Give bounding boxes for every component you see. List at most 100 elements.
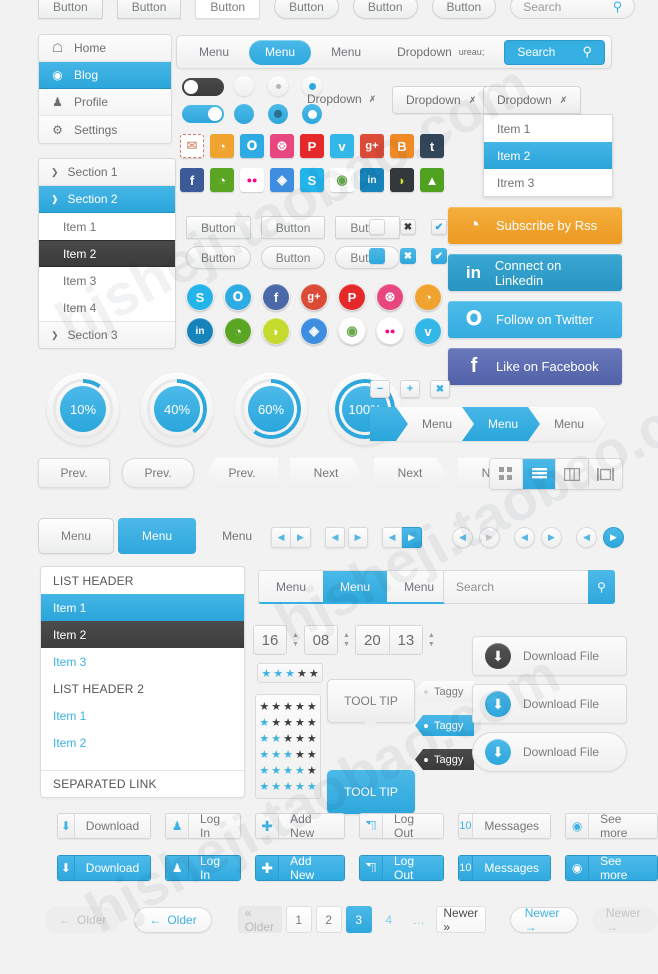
sidebar-item-settings[interactable]: ⚙ Settings xyxy=(39,116,171,143)
picasa-icon[interactable]: ◉ xyxy=(330,168,354,192)
radio-dot-grey[interactable] xyxy=(268,76,288,96)
dropdown-menu-item-3[interactable]: Itrem 3 xyxy=(484,169,612,196)
download-button[interactable]: ⬇ Download xyxy=(57,813,152,839)
plus-button[interactable]: + xyxy=(400,380,420,398)
list-item-3[interactable]: Item 3 xyxy=(41,648,244,675)
button-6[interactable]: Button xyxy=(431,0,497,19)
tab-2[interactable]: Menu xyxy=(323,571,388,602)
linkedin-icon-wrap[interactable]: in xyxy=(186,317,214,345)
carousel-next-icon[interactable]: ▶ xyxy=(402,527,422,548)
checkbox-empty[interactable] xyxy=(369,219,385,235)
logout-button-blue[interactable]: ⛠ Log Out xyxy=(359,855,444,881)
tab-search-input[interactable]: Search xyxy=(443,570,588,604)
button-1[interactable]: Button xyxy=(38,0,103,19)
star-row-4[interactable]: ★ ★ ★ ★ ★ xyxy=(259,764,316,777)
newer-bold-button[interactable]: Newer » xyxy=(435,906,486,934)
list-item-1[interactable]: Item 1 xyxy=(41,594,244,621)
dropdown-menu-item-1[interactable]: Item 1 xyxy=(484,115,612,142)
stepper-arrows-hours[interactable]: ▲ ▼ xyxy=(292,632,299,648)
menubar-dropdown[interactable]: Dropdown ureau; xyxy=(381,40,500,65)
button-2[interactable]: Button xyxy=(116,0,182,19)
tag-blue[interactable]: Taggy xyxy=(415,715,475,736)
follow-twitter-button[interactable]: 𝐎 Follow on Twitter xyxy=(448,301,622,338)
list-item-5[interactable]: Item 2 xyxy=(41,729,244,756)
like-facebook-button[interactable]: f Like on Facebook xyxy=(448,348,622,385)
add-new-button[interactable]: ✚ Add New xyxy=(255,813,346,839)
flickr-icon-wrap[interactable]: ●● xyxy=(376,317,404,345)
rss-icon[interactable]: ◔ xyxy=(210,134,234,158)
messages-button-blue[interactable]: 10 Messages xyxy=(457,855,552,881)
menu-item-3[interactable]: Menu xyxy=(315,40,377,65)
radio-empty[interactable] xyxy=(234,76,254,96)
next-button-2[interactable]: Next xyxy=(374,458,446,488)
menu-item-1[interactable]: Menu xyxy=(183,40,245,65)
star-row-5[interactable]: ★ ★ ★ ★ ★ xyxy=(259,780,316,793)
rss-icon-wrap[interactable]: ◔ xyxy=(414,283,442,311)
menu-row-item-1[interactable]: Menu xyxy=(38,518,115,554)
page-4-button[interactable]: 4 xyxy=(376,906,402,933)
mid-button-4[interactable]: Button xyxy=(186,246,251,269)
evernote-icon[interactable]: ◔ xyxy=(210,168,234,192)
radio-filled-blue[interactable] xyxy=(234,104,254,124)
see-more-button-blue[interactable]: ◉ See more xyxy=(565,855,658,881)
sidebar-item-profile[interactable]: ♟ Profile xyxy=(39,89,171,116)
section-item-2[interactable]: Item 2 xyxy=(39,240,175,267)
tab-3[interactable]: Menu xyxy=(387,571,451,602)
carousel-prev-icon[interactable]: ◀ xyxy=(452,527,473,548)
picasa-icon-wrap[interactable]: ◉ xyxy=(338,317,366,345)
list-item-4[interactable]: Item 1 xyxy=(41,702,244,729)
checkbox-cross-blue[interactable]: ✖ xyxy=(400,248,416,264)
google-plus-icon-wrap[interactable]: g+ xyxy=(300,283,328,311)
button-4[interactable]: Button xyxy=(274,0,339,19)
tumblr-icon[interactable]: t xyxy=(420,134,444,158)
star-row-0[interactable]: ★ ★ ★ ★ ★ xyxy=(259,700,316,713)
mid-button-2[interactable]: Button xyxy=(260,216,326,239)
carousel-next-icon[interactable]: ▶ xyxy=(291,527,311,548)
delicious-icon[interactable]: ◗ xyxy=(390,168,414,192)
menu-row-item-2[interactable]: Menu xyxy=(118,518,197,554)
section-3-header[interactable]: ❯ Section 3 xyxy=(39,321,175,348)
evernote-icon-wrap[interactable]: ◔ xyxy=(224,317,252,345)
menu-item-2[interactable]: Menu xyxy=(249,39,312,65)
top-search-field[interactable]: Search ⚲ xyxy=(510,0,636,19)
carousel-prev-icon[interactable]: ◀ xyxy=(514,527,535,548)
page-3-button[interactable]: 3 xyxy=(345,906,372,933)
dropdown-open-trigger[interactable]: Dropdown ✗ xyxy=(483,86,582,114)
facebook-icon[interactable]: f xyxy=(180,168,204,192)
checkbox-check[interactable]: ✔ xyxy=(431,219,447,235)
star-row-2[interactable]: ★ ★ ★ ★ ★ xyxy=(259,732,316,745)
list-separated-link[interactable]: SEPARATED LINK xyxy=(41,770,244,797)
page-2-button[interactable]: 2 xyxy=(315,906,342,933)
star-rating-3[interactable]: ★ ★ ★ ★ ★ xyxy=(261,667,318,680)
pinterest-icon-wrap[interactable]: P xyxy=(338,283,366,311)
column-view-icon[interactable] xyxy=(556,459,589,489)
download-button-blue[interactable]: ⬇ Download xyxy=(57,855,152,881)
page-1-button[interactable]: 1 xyxy=(285,906,312,933)
prev-button-3[interactable]: Prev. xyxy=(206,458,278,488)
dropdown-menu-item-2[interactable]: Item 2 xyxy=(484,142,612,169)
menu-row-item-3[interactable]: Menu xyxy=(200,518,274,554)
stepper-field-year-b[interactable]: 13 xyxy=(388,625,423,655)
stepper-arrows-minutes[interactable]: ▲ ▼ xyxy=(343,632,350,648)
tag-light[interactable]: Taggy xyxy=(415,681,475,702)
skype-icon[interactable]: S xyxy=(300,168,324,192)
toggle-on[interactable] xyxy=(182,105,224,123)
section-item-1[interactable]: Item 1 xyxy=(39,213,175,240)
connect-linkedin-button[interactable]: in Connect on Linkedin xyxy=(448,254,622,291)
carousel-prev-icon[interactable]: ◀ xyxy=(576,527,597,548)
carousel-next-icon[interactable]: ▶ xyxy=(479,527,500,548)
see-more-button[interactable]: ◉ See more xyxy=(565,813,658,839)
grid-view-icon[interactable] xyxy=(490,459,523,489)
twitter-icon[interactable]: 𝐎 xyxy=(240,134,264,158)
download-file-button-1[interactable]: ⬇ Download File xyxy=(472,636,627,676)
panel-view-icon[interactable] xyxy=(589,459,622,489)
stepper-field-hours[interactable]: 16 xyxy=(253,625,287,655)
facebook-icon-wrap[interactable]: f xyxy=(262,283,290,311)
prev-button-1[interactable]: Prev. xyxy=(38,458,110,488)
newer-button[interactable]: Newer → xyxy=(509,906,578,934)
close-button[interactable]: ✖ xyxy=(430,380,450,398)
stepper-arrows-year[interactable]: ▲ ▼ xyxy=(428,632,435,648)
carousel-next-icon[interactable]: ▶ xyxy=(541,527,562,548)
dribbble-icon-wrap[interactable]: ⊛ xyxy=(376,283,404,311)
section-2-header[interactable]: ❱ Section 2 xyxy=(39,186,175,213)
